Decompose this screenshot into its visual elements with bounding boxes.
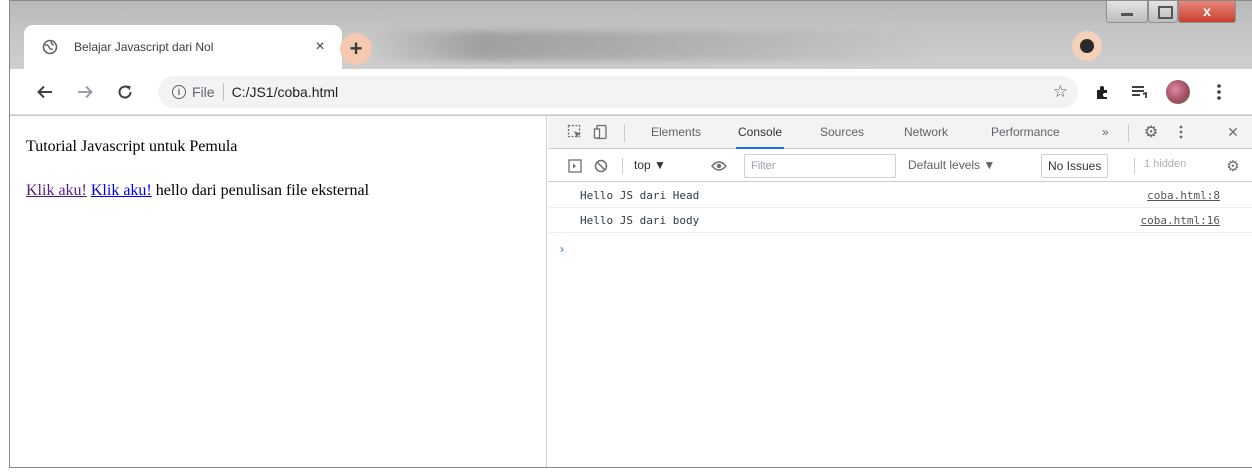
reading-list-icon[interactable] [1126, 79, 1152, 105]
toolbar-separator [622, 158, 623, 174]
tab-sources[interactable]: Sources [820, 116, 864, 149]
tab-separator [1128, 124, 1129, 142]
log-message: Hello JS dari body [580, 214, 700, 227]
new-tab-button[interactable]: + [340, 33, 372, 65]
log-message: Hello JS dari Head [580, 189, 700, 202]
tab-separator [624, 124, 625, 142]
record-icon[interactable] [1072, 31, 1102, 61]
tab-title: Belajar Javascript dari Nol [74, 40, 214, 54]
globe-icon [42, 39, 58, 55]
devtools-menu-icon[interactable] [1172, 123, 1190, 141]
hidden-messages-count: 1 hidden [1144, 158, 1187, 170]
console-log-row: Hello JS dari Head coba.html:8 [548, 184, 1252, 208]
devtools-tab-bar: Elements Console Sources Network Perform… [548, 116, 1252, 149]
url-text: C:/JS1/coba.html [231, 84, 339, 100]
page-heading: Tutorial Javascript untuk Pemula [26, 138, 238, 155]
reload-icon[interactable] [112, 79, 138, 105]
url-separator [222, 83, 224, 101]
log-source-link[interactable]: coba.html:16 [1141, 214, 1220, 227]
context-selector[interactable]: top ▼ [634, 158, 666, 172]
browser-tab[interactable]: Belajar Javascript dari Nol × [24, 25, 342, 69]
back-arrow-icon[interactable] [32, 79, 58, 105]
inspect-element-icon[interactable] [566, 123, 584, 141]
log-levels-dropdown[interactable]: Default levels ▼ [908, 158, 995, 172]
maximize-button[interactable] [1148, 1, 1178, 23]
issues-button[interactable]: No Issues [1041, 154, 1109, 178]
tab-performance[interactable]: Performance [991, 116, 1060, 149]
tab-network[interactable]: Network [904, 116, 948, 149]
devtools-panel: Elements Console Sources Network Perform… [548, 116, 1252, 467]
tab-strip: Belajar Javascript dari Nol × + x [10, 1, 1252, 69]
address-bar[interactable]: i File C:/JS1/coba.html ☆ [158, 76, 1078, 108]
browser-window: Belajar Javascript dari Nol × + x i File… [9, 0, 1252, 468]
settings-gear-icon[interactable]: ⚙ [1142, 123, 1160, 141]
console-prompt[interactable]: › [560, 242, 564, 256]
extensions-puzzle-icon[interactable] [1090, 79, 1116, 105]
blurred-background [370, 31, 930, 61]
info-icon[interactable]: i [172, 85, 186, 99]
content-area: Tutorial Javascript untuk Pemula Klik ak… [10, 116, 1252, 467]
tab-close-icon[interactable]: × [310, 38, 330, 56]
tab-console[interactable]: Console [736, 116, 785, 149]
url-scheme: File [192, 84, 215, 100]
web-page: Tutorial Javascript untuk Pemula Klik ak… [10, 116, 547, 467]
more-tabs-chevron-icon[interactable]: » [1102, 116, 1109, 149]
window-close-button[interactable]: x [1178, 1, 1236, 23]
click-link-1[interactable]: Klik aku! [26, 182, 87, 199]
devtools-close-icon[interactable]: ✕ [1224, 123, 1242, 141]
profile-avatar[interactable] [1166, 80, 1190, 104]
external-file-text: hello dari penulisan file eksternal [155, 182, 370, 199]
forward-arrow-icon[interactable] [72, 79, 98, 105]
tab-elements[interactable]: Elements [651, 116, 701, 149]
log-source-link[interactable]: coba.html:8 [1147, 189, 1220, 202]
browser-toolbar: i File C:/JS1/coba.html ☆ [10, 69, 1252, 115]
console-settings-gear-icon[interactable]: ⚙ [1224, 157, 1242, 175]
page-body: Klik aku! Klik aku! hello dari penulisan… [26, 182, 369, 200]
console-toolbar: top ▼ Filter Default levels ▼ No Issues … [548, 150, 1252, 182]
console-log-row: Hello JS dari body coba.html:16 [548, 209, 1252, 233]
live-expression-eye-icon[interactable] [710, 157, 728, 175]
clear-console-icon[interactable] [592, 157, 610, 175]
filter-input[interactable]: Filter [744, 154, 896, 178]
menu-kebab-icon[interactable] [1206, 79, 1232, 105]
minimize-button[interactable] [1106, 1, 1148, 23]
show-sidebar-icon[interactable] [566, 157, 584, 175]
click-link-2[interactable]: Klik aku! [91, 182, 152, 199]
device-toolbar-icon[interactable] [592, 123, 610, 141]
toolbar-separator [1134, 158, 1135, 174]
bookmark-star-icon[interactable]: ☆ [1053, 82, 1068, 102]
